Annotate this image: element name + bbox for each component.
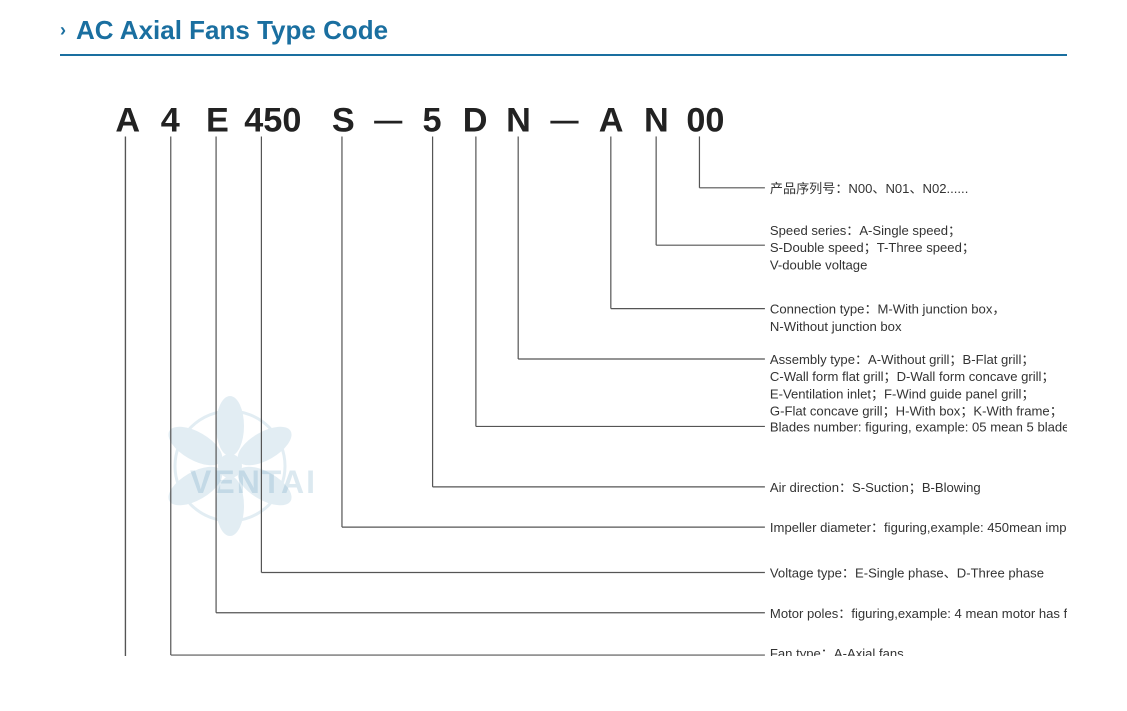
svg-text:S-Double speed；T-Three speed；: S-Double speed；T-Three speed； [770, 240, 975, 256]
svg-text:N: N [506, 101, 531, 139]
svg-text:—: — [374, 103, 403, 135]
svg-text:—: — [550, 103, 579, 135]
svg-text:A: A [599, 101, 624, 139]
svg-text:Speed series：A-Single speed；: Speed series：A-Single speed； [770, 223, 961, 239]
svg-text:Motor poles：figuring,example:: Motor poles：figuring,example: 4 mean mot… [770, 606, 1067, 621]
svg-text:S: S [332, 101, 355, 139]
svg-text:C-Wall form flat grill；D-Wall: C-Wall form flat grill；D-Wall form conca… [770, 369, 1055, 385]
page-container: › AC Axial Fans Type Code VENTAI [0, 0, 1127, 711]
header-divider [60, 54, 1067, 56]
svg-text:A: A [115, 101, 140, 139]
header: › AC Axial Fans Type Code [60, 15, 1067, 46]
svg-text:Fan type：A-Axial fans: Fan type：A-Axial fans [770, 646, 904, 656]
svg-text:Impeller diameter：figuring,exa: Impeller diameter：figuring,example: 450m… [770, 520, 1067, 535]
svg-text:G-Flat concave grill；H-With bo: G-Flat concave grill；H-With box；K-With f… [770, 403, 1063, 419]
svg-text:E-Ventilation inlet；F-Wind gui: E-Ventilation inlet；F-Wind guide panel g… [770, 386, 1035, 402]
svg-text:D: D [463, 101, 488, 139]
chevron-icon: › [60, 20, 66, 41]
svg-text:450: 450 [244, 101, 301, 139]
svg-text:N-Without junction box: N-Without junction box [770, 319, 902, 334]
svg-text:Connection type：M-With junctio: Connection type：M-With junction box， [770, 302, 1006, 317]
svg-text:Air direction：S-Suction；B-Blow: Air direction：S-Suction；B-Blowing [770, 480, 981, 496]
svg-text:E: E [206, 101, 229, 139]
svg-text:00: 00 [686, 101, 724, 139]
diagram-svg: A 4 E 450 S — 5 D N — A N 00 [60, 66, 1067, 656]
svg-text:Voltage type：E-Single phase、D-: Voltage type：E-Single phase、D-Three phas… [770, 566, 1044, 581]
svg-text:N: N [644, 101, 669, 139]
diagram-area: VENTAI A 4 E 450 S — 5 D N — A [60, 66, 1067, 656]
svg-text:5: 5 [423, 101, 442, 139]
svg-text:Blades number: figuring, examp: Blades number: figuring, example: 05 mea… [770, 419, 1067, 434]
page-title: AC Axial Fans Type Code [76, 15, 388, 46]
svg-text:Assembly type：A-Without grill；: Assembly type：A-Without grill；B-Flat gri… [770, 352, 1035, 368]
svg-text:V-double voltage: V-double voltage [770, 257, 867, 272]
svg-text:4: 4 [161, 101, 180, 139]
svg-text:产品序列号：N00、N01、N02......: 产品序列号：N00、N01、N02...... [770, 181, 968, 196]
